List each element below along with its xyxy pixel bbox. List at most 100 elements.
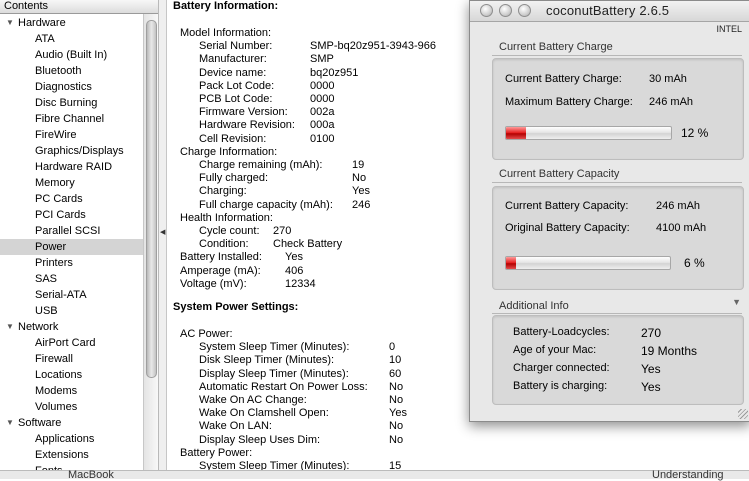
contents-tree: ▼ Hardware ATA Audio (Built In) Bluetooth Dia…: [0, 15, 143, 479]
sidebar-item[interactable]: Locations: [0, 367, 143, 383]
sidebar-item[interactable]: Printers: [0, 255, 143, 271]
sidebar-item[interactable]: Graphics/Displays: [0, 143, 143, 159]
capacity-percent: 6 %: [684, 256, 705, 270]
sidebar-item-label: PC Cards: [35, 193, 83, 205]
info-label: Manufacturer:: [199, 53, 267, 66]
sidebar-item-label: Hardware: [18, 17, 66, 29]
bottom-right-text: Understanding: [652, 469, 724, 481]
info-value: No: [389, 394, 404, 406]
sidebar-item-label: Fibre Channel: [35, 113, 105, 125]
sidebar-item[interactable]: PC Cards: [0, 191, 143, 207]
info-label: Firmware Version:: [199, 106, 288, 119]
sidebar-item[interactable]: FireWire: [0, 127, 143, 143]
disclosure-triangle-icon[interactable]: ▼: [6, 15, 14, 31]
power-settings-title: System Power Settings:: [173, 301, 299, 313]
sidebar-item[interactable]: Applications: [0, 431, 143, 447]
info-label: Wake On LAN:: [199, 420, 272, 433]
sidebar-item-label: Power: [35, 241, 67, 253]
sidebar-item[interactable]: Parallel SCSI: [0, 223, 143, 239]
info-row-label: Charger connected:: [513, 362, 610, 374]
collapse-triangle-icon[interactable]: ▼: [732, 297, 741, 307]
info-value: 246: [352, 198, 371, 211]
current-capacity-label: Current Battery Capacity:: [505, 200, 629, 212]
info-label: Fully charged:: [199, 172, 269, 185]
info-label: Health Information:: [180, 211, 273, 224]
sidebar-item[interactable]: PCI Cards: [0, 207, 143, 223]
info-label: Charging:: [199, 185, 247, 198]
info-label: Battery Installed:: [180, 251, 262, 264]
info-label: Full charge capacity (mAh):: [199, 198, 333, 211]
close-button[interactable]: [480, 4, 493, 17]
info-label: Charge remaining (mAh):: [199, 159, 323, 171]
info-value: 406: [285, 264, 304, 277]
sidebar-item-label: Graphics/Displays: [35, 145, 124, 157]
sidebar-item[interactable]: Memory: [0, 175, 143, 191]
sidebar-item-label: Software: [18, 417, 62, 429]
sidebar-group[interactable]: ▼ Network: [0, 319, 143, 335]
info-label: Cell Revision:: [199, 132, 267, 145]
capacity-box: Current Battery Capacity: 246 mAh Origin…: [492, 186, 744, 290]
disclosure-triangle-icon[interactable]: ▼: [6, 319, 14, 335]
sidebar-item[interactable]: Extensions: [0, 447, 143, 463]
info-value: Check Battery: [273, 238, 343, 251]
minimize-button[interactable]: [499, 4, 512, 17]
sidebar-item[interactable]: Serial-ATA: [0, 287, 143, 303]
info-value: No: [389, 420, 404, 433]
window-titlebar[interactable]: coconutBattery 2.6.5: [470, 1, 749, 22]
sidebar-group[interactable]: ▼ Hardware: [0, 15, 143, 31]
sidebar-item[interactable]: Power: [0, 239, 143, 255]
info-value: No: [352, 172, 367, 185]
info-label: Disk Sleep Timer (Minutes):: [199, 354, 335, 367]
sidebar-item[interactable]: ATA: [0, 31, 143, 47]
sidebar-item[interactable]: Hardware RAID: [0, 159, 143, 175]
sidebar-group[interactable]: ▼ Software: [0, 415, 143, 431]
info-value: 0000: [310, 79, 335, 92]
sidebar-scrollbar[interactable]: [143, 14, 158, 478]
pane-splitter[interactable]: ◀: [159, 0, 167, 478]
info-value: 19: [352, 159, 365, 171]
max-charge-label: Maximum Battery Charge:: [505, 96, 633, 108]
sidebar-item[interactable]: AirPort Card: [0, 335, 143, 351]
sidebar-item[interactable]: Firewall: [0, 351, 143, 367]
bottom-left-text: MacBook: [68, 469, 114, 481]
sidebar-item[interactable]: Volumes: [0, 399, 143, 415]
sidebar-item-label: Serial-ATA: [35, 289, 87, 301]
charge-progress-fill: [506, 127, 526, 139]
scrollbar-thumb[interactable]: [146, 20, 157, 378]
sidebar-item[interactable]: Bluetooth: [0, 63, 143, 79]
info-label: Amperage (mA):: [180, 264, 261, 277]
resize-handle[interactable]: [738, 409, 748, 419]
info-label: Voltage (mV):: [180, 277, 247, 290]
sidebar-item-label: PCI Cards: [35, 209, 86, 221]
info-value: Yes: [352, 185, 370, 198]
capacity-progress-bar: [505, 256, 671, 270]
sidebar-item-label: Modems: [35, 385, 78, 397]
sidebar-item[interactable]: Audio (Built In): [0, 47, 143, 63]
contents-header[interactable]: Contents: [0, 0, 158, 14]
info-label: Charge Information:: [180, 145, 278, 158]
info-label: Model Information:: [180, 27, 272, 39]
disclosure-triangle-icon[interactable]: ▼: [6, 415, 14, 431]
original-capacity-label: Original Battery Capacity:: [505, 222, 630, 234]
info-label: Condition:: [199, 238, 249, 251]
coconutbattery-window: coconutBattery 2.6.5 INTEL Current Batte…: [469, 0, 749, 422]
cpu-badge: INTEL: [716, 24, 742, 34]
current-charge-label: Current Battery Charge:: [505, 73, 622, 85]
sidebar-item-label: Network: [18, 321, 59, 333]
info-row-value: 19 Months: [641, 344, 698, 358]
sidebar-item[interactable]: Diagnostics: [0, 79, 143, 95]
info-value: No: [389, 380, 404, 393]
sidebar-item[interactable]: USB: [0, 303, 143, 319]
sidebar-item[interactable]: Fibre Channel: [0, 111, 143, 127]
window-title: coconutBattery 2.6.5: [546, 3, 670, 18]
battery-info-title: Battery Information:: [173, 0, 279, 12]
sidebar-item[interactable]: Disc Burning: [0, 95, 143, 111]
info-label: PCB Lot Code:: [199, 93, 273, 105]
sidebar-item[interactable]: Modems: [0, 383, 143, 399]
info-row-label: Battery-Loadcycles:: [513, 326, 610, 338]
zoom-button[interactable]: [518, 4, 531, 17]
sidebar-item[interactable]: SAS: [0, 271, 143, 287]
info-value: 0: [389, 341, 396, 354]
info-section-title: Additional Info: [499, 300, 569, 312]
sidebar: Contents ▼ Hardware ATA Audio (Built In) Blu…: [0, 0, 159, 478]
